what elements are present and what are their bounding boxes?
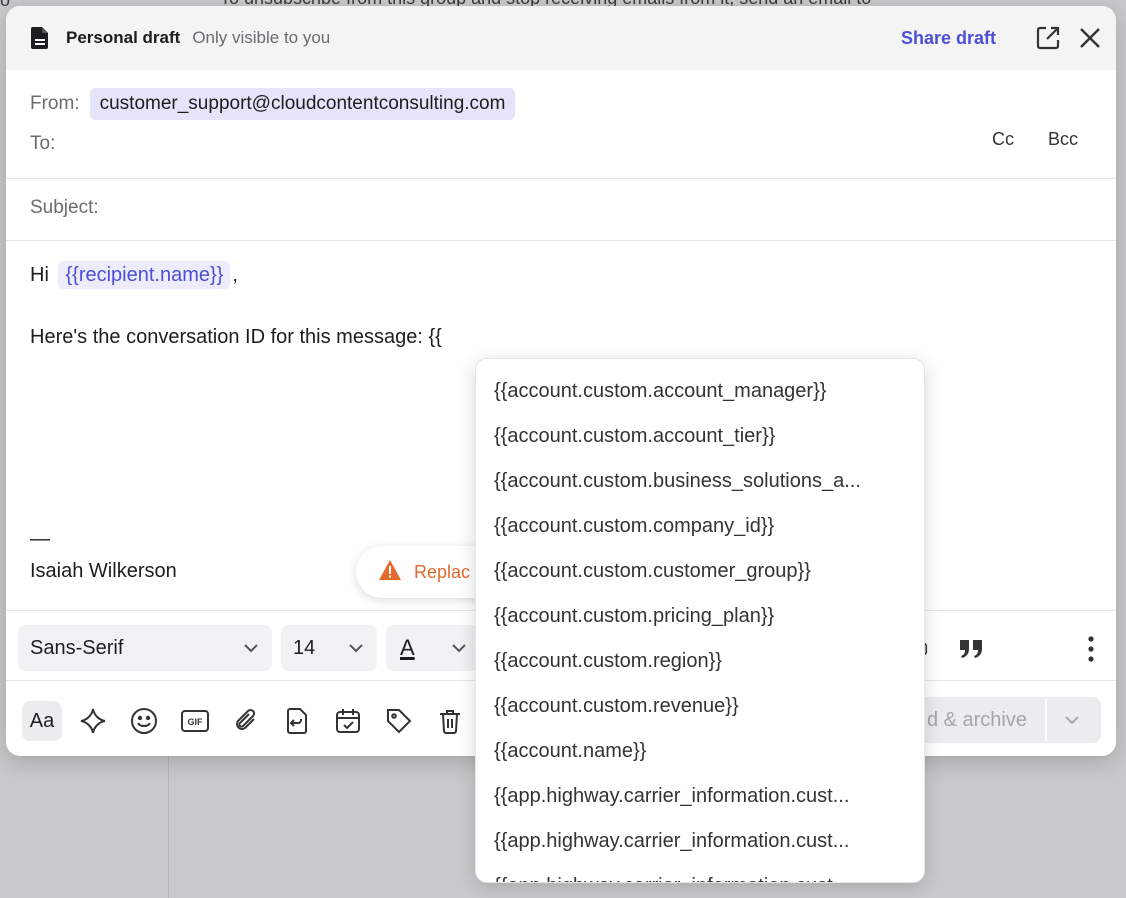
message-body[interactable]: Hi {{recipient.name}}, — [30, 261, 238, 289]
variable-option[interactable]: {{account.custom.revenue}} — [494, 684, 906, 729]
signature-separator: — — [30, 528, 50, 550]
send-button-divider — [1045, 699, 1047, 741]
variable-option[interactable]: {{account.custom.region}} — [494, 639, 906, 684]
variable-option[interactable]: {{account.custom.customer_group}} — [494, 549, 906, 594]
to-row[interactable]: To: — [30, 133, 55, 155]
greeting-comma: , — [232, 264, 238, 286]
text-color-letter: A — [400, 635, 415, 660]
tag-icon[interactable] — [379, 701, 419, 741]
cc-button[interactable]: Cc — [992, 129, 1014, 150]
font-size-value: 14 — [293, 636, 316, 659]
greeting-text: Hi — [30, 264, 49, 286]
format-extra — [912, 629, 1094, 669]
attachment-icon[interactable] — [226, 701, 266, 741]
popout-icon[interactable] — [1032, 22, 1064, 54]
variable-autocomplete-menu: {{account.custom.account_manager}} {{acc… — [475, 358, 925, 883]
variable-option[interactable]: {{app.highway.carrier_information.cust..… — [494, 819, 906, 864]
variable-option[interactable]: {{account.custom.pricing_plan}} — [494, 594, 906, 639]
subject-field[interactable]: Subject: — [30, 197, 99, 219]
divider — [6, 240, 1116, 241]
document-icon — [30, 26, 50, 50]
chevron-down-icon[interactable] — [1063, 711, 1081, 729]
gif-icon[interactable]: GIF — [175, 701, 215, 741]
bcc-button[interactable]: Bcc — [1048, 129, 1078, 150]
chevron-down-icon — [452, 644, 466, 653]
cc-bcc-controls: Cc Bcc — [992, 129, 1078, 150]
trash-icon[interactable] — [430, 701, 470, 741]
draft-title: Personal draft — [66, 28, 181, 47]
ai-sparkle-icon[interactable] — [73, 701, 113, 741]
draft-visibility: Only visible to you — [192, 28, 331, 47]
warning-text: Replac — [414, 561, 471, 582]
formatting-toggle-button[interactable]: Aa — [22, 701, 62, 741]
gif-label: GIF — [188, 717, 204, 727]
warning-icon — [378, 559, 402, 586]
font-size-select[interactable]: 14 — [281, 625, 377, 671]
chevron-down-icon — [349, 644, 363, 653]
from-label: From: — [30, 93, 80, 114]
variable-option[interactable]: {{app.highway.carrier_information.cust..… — [494, 774, 906, 819]
send-and-archive-label: d & archive — [926, 708, 1027, 731]
to-label: To: — [30, 133, 56, 154]
variable-option[interactable]: {{account.custom.account_manager}} — [494, 369, 906, 414]
background-divider — [168, 750, 169, 898]
variable-option[interactable]: {{account.custom.account_tier}} — [494, 414, 906, 459]
subject-label: Subject: — [30, 197, 99, 218]
close-icon[interactable] — [1074, 22, 1106, 54]
chevron-down-icon — [244, 644, 258, 653]
text-color-icon: A — [398, 635, 415, 661]
variable-option[interactable]: {{account.custom.company_id}} — [494, 504, 906, 549]
more-options-icon[interactable] — [1088, 636, 1094, 662]
from-address-chip[interactable]: customer_support@cloudcontentconsulting.… — [89, 88, 516, 120]
body-line[interactable]: Here's the conversation ID for this mess… — [30, 326, 442, 349]
share-draft-button[interactable]: Share draft — [901, 28, 996, 49]
font-family-value: Sans-Serif — [30, 636, 124, 659]
emoji-icon[interactable] — [124, 701, 164, 741]
font-family-select[interactable]: Sans-Serif — [18, 625, 272, 671]
draft-header: Personal draft Only visible to you Share… — [6, 6, 1116, 70]
insert-reply-icon[interactable] — [277, 701, 317, 741]
from-row: From: customer_support@cloudcontentconsu… — [30, 88, 516, 120]
formatting-toggle-label: Aa — [29, 709, 55, 732]
variable-option[interactable]: {{account.custom.business_solutions_a... — [494, 459, 906, 504]
variable-option[interactable]: {{account.name}} — [494, 729, 906, 774]
quote-icon[interactable] — [958, 638, 984, 660]
text-color-select[interactable]: A — [386, 625, 480, 671]
divider — [6, 178, 1116, 179]
schedule-send-icon[interactable] — [328, 701, 368, 741]
variable-option[interactable]: {{app.highway.carrier_information.cust..… — [494, 864, 906, 882]
signature-name: Isaiah Wilkerson — [30, 560, 177, 582]
recipient-name-variable[interactable]: {{recipient.name}} — [58, 261, 231, 289]
